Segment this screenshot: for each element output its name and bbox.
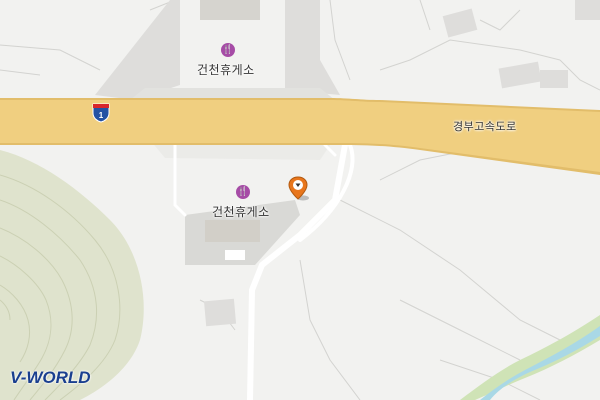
expressway-label[interactable]: 경부고속도로: [453, 118, 517, 134]
hill-terrain: [0, 150, 144, 400]
rest-area-north-label[interactable]: 건천휴게소: [197, 61, 255, 78]
location-pin-icon[interactable]: [286, 175, 310, 203]
rest-area-south-label[interactable]: 건천휴게소: [212, 203, 270, 220]
restaurant-icon[interactable]: 🍴: [221, 43, 235, 57]
restaurant-icon[interactable]: 🍴: [236, 185, 250, 199]
route-number: 1: [99, 111, 104, 120]
rest-area-north-lot: [95, 0, 340, 100]
map-view[interactable]: 🍴 건천휴게소 🍴 건천휴게소 경부고속도로 1 V-WORLD: [0, 0, 600, 400]
expressway-shield-icon: 1: [92, 103, 110, 123]
vworld-logo: V-WORLD: [10, 368, 91, 387]
local-roads: [173, 138, 355, 400]
river: [460, 315, 600, 400]
